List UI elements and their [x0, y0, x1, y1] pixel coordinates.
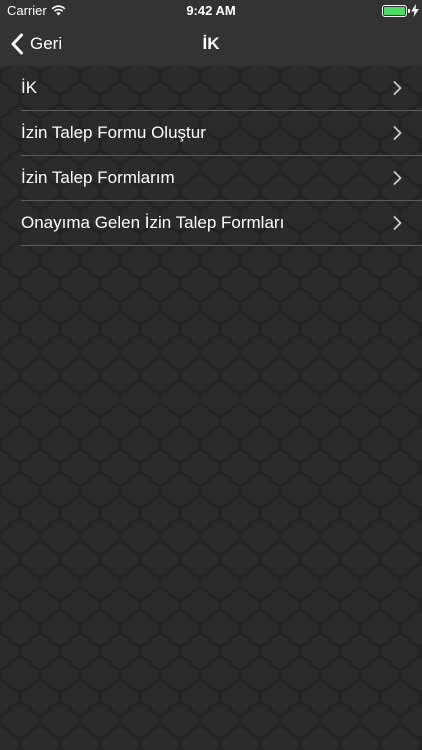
app-screen: Carrier 9:42 AM Geri İK İK İzin Talep Fo… — [0, 0, 422, 750]
page-title: İK — [202, 34, 220, 53]
navigation-bar: Geri İK — [0, 22, 422, 66]
status-time: 9:42 AM — [186, 3, 236, 18]
battery-icon — [382, 5, 407, 17]
chevron-right-icon — [393, 126, 402, 140]
chevron-right-icon — [393, 216, 402, 230]
menu-item-label: İzin Talep Formlarım — [21, 168, 175, 187]
menu-item-label: İK — [21, 78, 38, 97]
menu-item-create-leave-request[interactable]: İzin Talep Formu Oluştur — [21, 111, 422, 156]
menu-item-label: İzin Talep Formu Oluştur — [21, 123, 206, 142]
status-bar: Carrier 9:42 AM — [0, 0, 422, 22]
battery-level — [384, 7, 405, 15]
menu-list: İK İzin Talep Formu Oluştur İzin Talep F… — [0, 66, 422, 246]
chevron-right-icon — [393, 171, 402, 185]
battery-tip — [408, 9, 410, 13]
chevron-right-icon — [393, 81, 402, 95]
charging-bolt-icon — [411, 4, 419, 17]
menu-item-label: Onayıma Gelen İzin Talep Formları — [21, 213, 285, 232]
menu-item-my-leave-requests[interactable]: İzin Talep Formlarım — [21, 156, 422, 201]
menu-item-ik[interactable]: İK — [21, 66, 422, 111]
menu-item-pending-approval-requests[interactable]: Onayıma Gelen İzin Talep Formları — [21, 201, 422, 246]
